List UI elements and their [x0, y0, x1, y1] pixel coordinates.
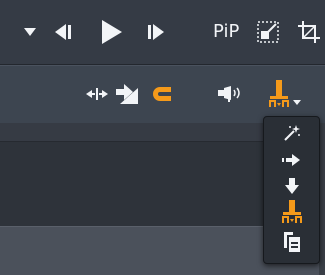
magnet-icon[interactable]	[148, 82, 174, 106]
ripple-insert-icon[interactable]	[264, 200, 319, 224]
audio-scrub-icon[interactable]	[216, 82, 246, 106]
editor-window: PiP	[0, 0, 325, 275]
pip-label[interactable]: PiP	[213, 18, 239, 46]
crop-icon[interactable]	[297, 20, 321, 44]
insert-mode-menu	[263, 116, 320, 264]
dropdown-arrow-icon[interactable]	[22, 22, 38, 42]
play-icon[interactable]	[94, 15, 128, 49]
replace-clip-icon[interactable]	[264, 230, 319, 254]
step-back-icon[interactable]	[50, 20, 74, 44]
arrow-down-icon[interactable]	[264, 174, 319, 198]
arrow-right-icon[interactable]	[264, 148, 319, 172]
pip-icon[interactable]	[256, 20, 280, 44]
transport-bar: PiP	[0, 0, 325, 65]
ripple-trim-icon[interactable]	[114, 80, 140, 106]
insert-mode-icon[interactable]	[264, 76, 308, 112]
split-clip-icon[interactable]	[84, 84, 110, 104]
step-forward-icon[interactable]	[145, 20, 169, 44]
magic-wand-icon[interactable]	[264, 121, 319, 145]
